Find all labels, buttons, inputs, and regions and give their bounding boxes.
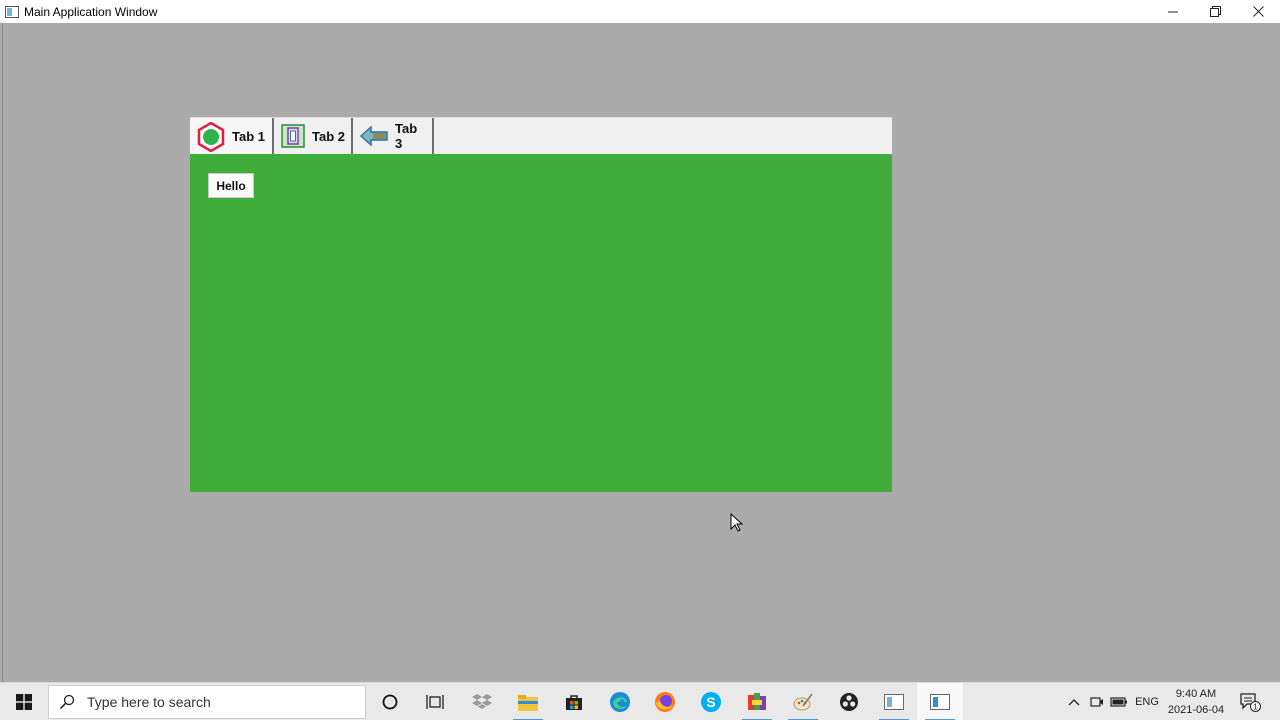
meet-now-icon [1090,697,1103,707]
tab-label: Tab 2 [312,128,345,144]
language-indicator: ENG [1135,696,1159,708]
title-bar: Main Application Window [0,0,1280,23]
mouse-cursor-icon [730,513,743,532]
clock-date: 2021-06-04 [1167,704,1225,716]
file-explorer-icon [518,694,538,711]
clock-time: 9:40 AM [1175,688,1217,700]
taskbar-app-firefox[interactable] [642,683,688,720]
window-controls [1151,0,1280,23]
taskbar-app-window[interactable] [871,683,917,720]
tray-language[interactable]: ENG [1133,683,1161,720]
close-button[interactable] [1237,0,1280,23]
active-window-app-icon [930,694,950,710]
tray-battery[interactable] [1108,683,1130,720]
window-app-icon [884,694,904,710]
search-input[interactable] [85,693,349,711]
window-title: Main Application Window [24,4,158,19]
dropbox-icon [472,694,492,709]
left-arrow-icon [359,123,389,149]
tab-label: Tab 1 [232,129,265,144]
firefox-icon [655,692,675,712]
hello-button[interactable]: Hello [208,173,254,198]
notification-count: 1 [1253,703,1258,712]
restore-icon [1210,6,1221,17]
skype-icon: S [701,692,721,712]
svg-text:S: S [706,694,715,710]
taskbar-app-skype[interactable]: S [688,683,734,720]
tab-2[interactable]: Tab 2 [274,118,353,154]
tab-panel: Hello [190,154,892,492]
paint-icon [793,693,813,711]
tab-label: Tab 3 [395,121,418,151]
taskbar-app-store[interactable] [551,683,597,720]
colorful-app-icon [748,693,766,710]
task-view-icon [426,695,444,709]
notification-icon: 1 [1240,693,1261,712]
minimize-button[interactable] [1151,0,1194,23]
minimize-icon [1167,11,1178,12]
tab-3[interactable]: Tab 3 [353,118,434,154]
show-hidden-icons-button[interactable] [1064,683,1084,720]
chevron-up-icon [1068,699,1080,706]
start-button[interactable] [0,683,47,720]
cortana-button[interactable] [367,683,413,720]
action-center-button[interactable]: 1 [1236,683,1264,720]
taskbar-app-file-explorer[interactable] [505,683,551,720]
windows-logo-icon [15,694,32,710]
taskbar: S [0,682,1280,720]
restore-button[interactable] [1194,0,1237,23]
search-icon [59,694,75,710]
framed-picture-icon [280,123,306,149]
obs-icon [840,693,858,711]
green-hexagon-icon [196,121,226,152]
app-window-icon [5,5,19,18]
taskbar-app-colorful[interactable] [734,683,780,720]
close-icon [1253,6,1264,17]
taskbar-app-dropbox[interactable] [459,683,505,720]
task-view-button[interactable] [412,683,458,720]
edge-icon [610,692,630,712]
taskbar-search-box[interactable] [48,685,366,719]
cortana-icon [382,694,398,710]
taskbar-app-active-window[interactable] [917,683,963,720]
tab-1[interactable]: Tab 1 [190,118,274,155]
tab-bar: Tab 1 Tab 2 Tab 3 [190,117,892,155]
taskbar-app-paint[interactable] [780,683,826,720]
tray-meet-now[interactable] [1088,683,1106,720]
tab-widget: Tab 1 Tab 2 Tab 3 Hello [190,117,892,492]
taskbar-clock[interactable]: 9:40 AM 2021-06-04 [1164,686,1228,718]
battery-icon [1110,697,1127,707]
store-icon [566,695,582,710]
taskbar-app-obs[interactable] [826,683,872,720]
taskbar-app-edge[interactable] [597,683,643,720]
